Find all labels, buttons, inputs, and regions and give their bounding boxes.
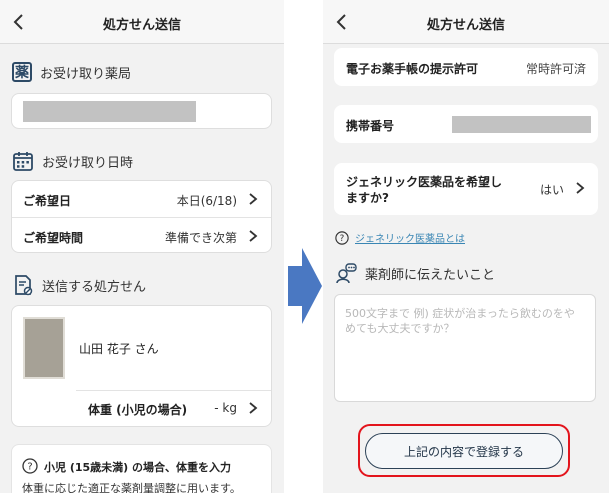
chevron-right-icon	[576, 182, 585, 194]
notebook-permission-value: 常時許可済	[525, 62, 586, 76]
pharmacist-chat-icon	[336, 263, 357, 284]
generic-preference-row[interactable]: ジェネリック医薬品を希望しますか? はい	[334, 163, 598, 215]
weight-label: 体重 (小児の場合)	[88, 403, 188, 417]
generic-preference-value: はい	[539, 183, 564, 197]
message-textarea[interactable]: 500文字まで 例) 症状が治まったら飲むのをやめても大丈夫ですか？	[334, 294, 596, 402]
desired-date-row[interactable]: ご希望日 本日(6/18)	[12, 181, 271, 217]
datetime-section-header: お受け取り日時	[12, 150, 133, 172]
question-circle-icon: ?	[22, 458, 38, 474]
weight-value: - kg	[214, 401, 237, 415]
notice-title: 小児 (15歳未満) の場合、体重を入力	[44, 461, 232, 474]
svg-text:?: ?	[27, 462, 32, 473]
chevron-right-icon	[249, 402, 258, 414]
datetime-card: ご希望日 本日(6/18) ご希望時間 準備でき次第	[11, 180, 272, 253]
prescription-document-icon	[15, 275, 33, 296]
datetime-section-label: お受け取り日時	[42, 155, 134, 171]
message-section-header: 薬剤師に伝えたいこと	[335, 262, 495, 284]
svg-text:?: ?	[340, 234, 345, 244]
question-circle-icon: ?	[335, 230, 349, 245]
generic-preference-label: ジェネリック医薬品を希望しますか?	[346, 175, 503, 205]
calendar-icon	[13, 152, 33, 171]
transition-arrow-icon	[288, 248, 322, 324]
right-header: 処方せん送信	[323, 0, 609, 44]
weight-row[interactable]: 体重 (小児の場合) - kg	[76, 391, 271, 427]
notebook-permission-label: 電子お薬手帳の提示許可	[346, 62, 479, 76]
pharmacy-icon: 薬	[12, 62, 32, 82]
pharmacy-field[interactable]	[11, 93, 272, 129]
notebook-permission-row[interactable]: 電子お薬手帳の提示許可 常時許可済	[334, 48, 598, 86]
submit-highlight: 上記の内容で登録する	[358, 424, 570, 477]
prescription-thumbnail[interactable]	[23, 317, 65, 379]
desired-date-label: ご希望日	[23, 194, 72, 208]
child-weight-notice: ? 小児 (15歳未満) の場合、体重を入力 体重に応じた適正な薬剤量調整に用い…	[11, 444, 272, 493]
pharmacy-section-label: お受け取り薬局	[40, 66, 132, 82]
desired-time-row[interactable]: ご希望時間 準備でき次第	[12, 218, 271, 254]
notice-body: 体重に応じた適正な薬剤量調整に用います。	[22, 482, 241, 493]
submit-button-label: 上記の内容で登録する	[403, 444, 524, 459]
prescription-section-header: 送信する処方せん	[12, 274, 146, 296]
mobile-number-row[interactable]: 携帯番号	[334, 105, 598, 143]
left-header: 処方せん送信	[0, 0, 284, 44]
pharmacy-name-redacted	[23, 101, 196, 122]
message-section-label: 薬剤師に伝えたいこと	[365, 267, 496, 283]
generic-info-link-label[interactable]: ジェネリック医薬品とは	[355, 230, 465, 245]
page-title: 処方せん送信	[102, 18, 181, 33]
desired-date-value: 本日(6/18)	[176, 194, 237, 208]
desired-time-value: 準備でき次第	[164, 231, 237, 245]
left-screen: 処方せん送信 薬 お受け取り薬局 お受け取り日時 ご希望日 本日(6/18) ご…	[0, 0, 284, 493]
chevron-right-icon	[249, 230, 258, 242]
mobile-number-redacted	[452, 116, 591, 133]
mobile-number-label: 携帯番号	[346, 119, 395, 133]
submit-button[interactable]: 上記の内容で登録する	[365, 433, 563, 469]
chevron-right-icon	[249, 193, 258, 205]
prescription-card[interactable]: 山田 花子 さん 体重 (小児の場合) - kg	[11, 305, 272, 427]
page-title: 処方せん送信	[426, 18, 505, 33]
desired-time-label: ご希望時間	[23, 231, 84, 245]
patient-name: 山田 花子 さん	[79, 342, 159, 356]
generic-info-link[interactable]: ? ジェネリック医薬品とは	[335, 230, 465, 245]
prescription-section-label: 送信する処方せん	[42, 279, 147, 295]
right-screen: 処方せん送信 電子お薬手帳の提示許可 常時許可済 携帯番号 ジェネリック医薬品を…	[323, 0, 609, 493]
pharmacy-section-header: 薬 お受け取り薬局	[12, 62, 131, 82]
